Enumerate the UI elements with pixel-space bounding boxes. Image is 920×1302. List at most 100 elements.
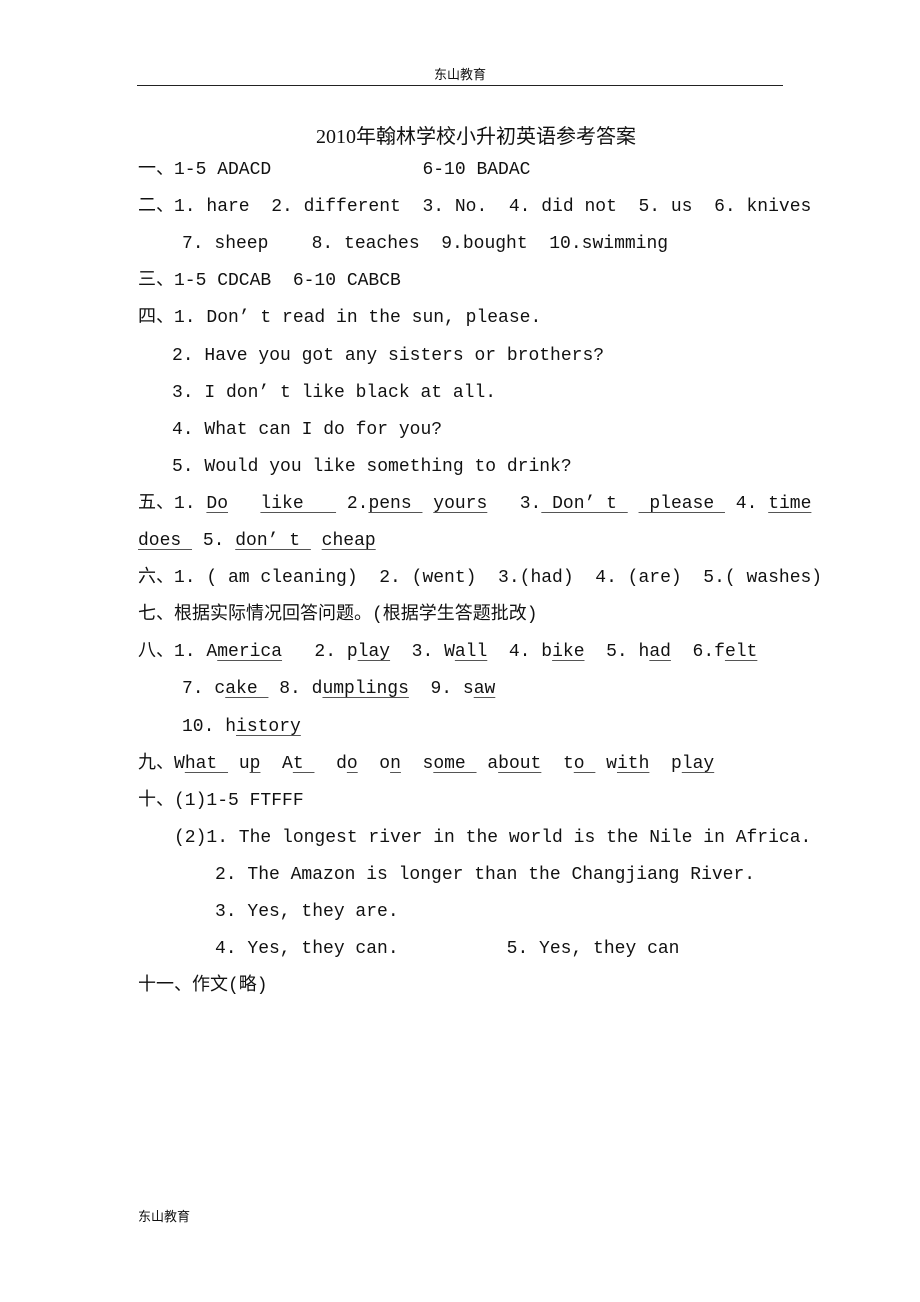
answer-text: 9. s — [408, 679, 474, 700]
answer-line: 7. sheep 8. teaches 9.bought 10.swimming — [182, 232, 668, 256]
underlined-answer: ome — [433, 753, 477, 774]
answer-text: 四、1. Don’ t read in the sun, please. — [138, 308, 542, 329]
answer-text: 一、1-5 ADACD 6-10 BADAC — [138, 160, 531, 180]
underlined-answer: aw — [473, 679, 496, 700]
page-header: 东山教育 — [433, 68, 486, 83]
answer-text: 2. The Amazon is longer than the Changji… — [215, 864, 756, 885]
underlined-answer: p — [249, 753, 261, 774]
answer-text: a — [476, 753, 499, 774]
underlined-answer: yours — [433, 493, 488, 514]
answer-text: 7. sheep 8. teaches 9.bought 10.swimming — [182, 234, 669, 255]
answer-text: t — [541, 753, 574, 774]
underlined-answer: Do — [206, 493, 229, 514]
underlined-answer: t — [292, 753, 315, 774]
answer-text: 7. c — [182, 679, 226, 700]
underlined-answer: Don’ t — [541, 493, 628, 514]
answer-text: 三、1-5 CDCAB 6-10 CABCB — [138, 271, 401, 292]
answer-line: 九、What up At do on some about to with pl… — [138, 752, 714, 776]
answer-text: 3. W — [390, 642, 455, 663]
answer-text: o — [357, 753, 391, 774]
answer-line: 五、1. Do like 2.pens yours 3. Don’ t plea… — [138, 492, 811, 516]
answer-text: 2. p — [282, 642, 358, 663]
underlined-answer: lay — [357, 642, 391, 663]
answer-line: 三、1-5 CDCAB 6-10 CABCB — [138, 269, 401, 293]
document-title: 2010年翰林学校小升初英语参考答案 — [316, 126, 636, 148]
underlined-answer: lay — [681, 753, 715, 774]
underlined-answer: ad — [649, 642, 671, 663]
answer-line: 4. Yes, they can. 5. Yes, they can — [215, 937, 679, 961]
answer-text: u — [228, 753, 250, 774]
underlined-answer: ith — [616, 753, 650, 774]
answer-text: s — [400, 753, 434, 774]
underlined-answer: ake — [225, 679, 269, 700]
underlined-answer: does — [138, 531, 193, 551]
answer-text: 10. h — [182, 716, 237, 737]
answer-line: 六、1. ( am cleaning) 2. (went) 3.(had) 4.… — [138, 566, 822, 590]
answer-text: p — [649, 753, 682, 774]
answer-line: 十、(1)1-5 FTFFF — [138, 789, 304, 813]
header-divider — [137, 85, 783, 86]
underlined-answer: time — [768, 493, 812, 514]
answer-line: 一、1-5 ADACD 6-10 BADAC — [138, 158, 530, 182]
answer-line: 四、1. Don’ t read in the sun, please. — [138, 306, 541, 330]
answer-text: 8. d — [268, 679, 323, 700]
answer-line: 3. I don’ t like black at all. — [172, 381, 496, 405]
answer-line: 2. The Amazon is longer than the Changji… — [215, 863, 755, 887]
answer-text: 5. — [192, 531, 236, 551]
answer-text: 5. h — [584, 642, 650, 663]
underlined-answer: ike — [552, 642, 585, 663]
answer-text: 3. — [487, 493, 542, 514]
answer-text: 五、1. — [138, 493, 207, 514]
underlined-answer: don’ t — [235, 531, 311, 551]
answer-text: 4. — [724, 493, 769, 514]
answer-line: 七、根据实际情况回答问题。(根据学生答题批改) — [138, 603, 538, 627]
answer-line: 7. cake 8. dumplings 9. saw — [182, 677, 495, 701]
underlined-answer: istory — [236, 716, 301, 737]
answer-text: 4. What can I do for you? — [172, 419, 443, 440]
answer-line: 5. Would you like something to drink? — [172, 455, 572, 479]
underlined-answer: merica — [217, 642, 283, 663]
answer-line: 2. Have you got any sisters or brothers? — [172, 344, 604, 368]
underlined-answer: hat — [184, 753, 229, 774]
answer-text: 4. Yes, they can. 5. Yes, they can — [215, 939, 680, 960]
underlined-answer: bout — [498, 753, 542, 774]
answer-text: 2. Have you got any sisters or brothers? — [172, 345, 605, 366]
underlined-answer: please — [638, 493, 725, 514]
underlined-answer: cheap — [321, 531, 376, 551]
answer-text: 七、根据实际情况回答问题。(根据学生答题批改) — [138, 605, 538, 626]
answer-text: 九、W — [138, 753, 185, 774]
answer-line: 八、1. America 2. play 3. Wall 4. bike 5. … — [138, 640, 757, 664]
underlined-answer: umplings — [322, 679, 409, 700]
answer-text — [311, 531, 322, 551]
answer-line: 二、1. hare 2. different 3. No. 4. did not… — [138, 195, 811, 219]
answer-text — [422, 494, 433, 514]
underlined-answer: all — [454, 642, 488, 663]
underlined-answer: o — [573, 753, 596, 774]
page-footer: 东山教育 — [138, 1210, 191, 1225]
answer-text: A — [260, 753, 293, 774]
answer-text: 2. — [336, 493, 369, 514]
underlined-answer: like — [260, 493, 337, 514]
answer-line: 十一、作文(略) — [138, 974, 268, 998]
underlined-answer: pens — [368, 493, 423, 514]
underlined-answer: elt — [724, 642, 758, 663]
answer-line: (2)1. The longest river in the world is … — [174, 826, 811, 850]
answer-text: 八、1. A — [138, 642, 218, 663]
answer-text — [628, 494, 639, 514]
answer-text: 3. Yes, they are. — [215, 902, 399, 922]
answer-text: 6.f — [670, 642, 725, 663]
answer-text: 二、1. hare 2. different 3. No. 4. did not… — [138, 197, 812, 218]
answer-text: 十、(1)1-5 FTFFF — [138, 790, 304, 811]
answer-text: 4. b — [487, 642, 553, 663]
answer-line: 10. history — [182, 715, 301, 739]
answer-line: does 5. don’ t cheap — [138, 529, 376, 553]
answer-text: 3. I don’ t like black at all. — [172, 382, 497, 403]
answer-text: 十一、作文(略) — [138, 976, 268, 997]
answer-line: 4. What can I do for you? — [172, 418, 442, 442]
answer-text: (2)1. The longest river in the world is … — [174, 827, 812, 848]
answer-text: d — [314, 753, 347, 774]
answer-line: 3. Yes, they are. — [215, 900, 399, 924]
answer-text: 5. Would you like something to drink? — [172, 456, 572, 477]
answer-text: w — [595, 753, 617, 774]
answer-text — [228, 494, 260, 514]
